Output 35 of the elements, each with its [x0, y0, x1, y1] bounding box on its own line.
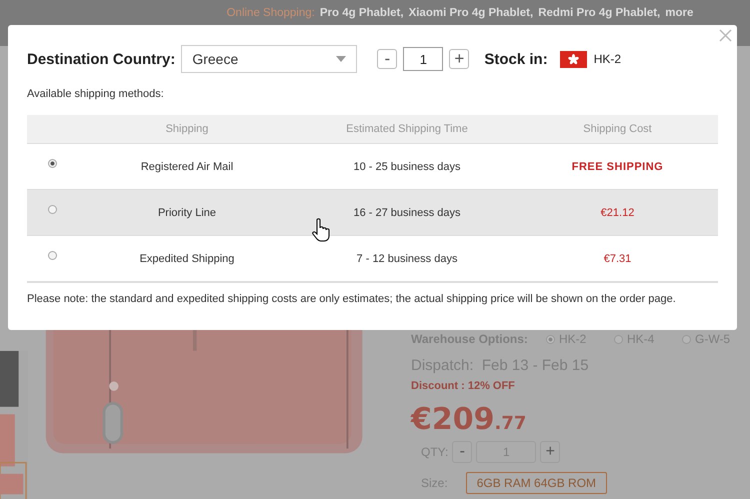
shipping-method: Registered Air Mail [140, 160, 234, 172]
column-header: Shipping Cost [582, 123, 653, 135]
stock-location: HK-2 [594, 52, 622, 66]
shipping-cost: FREE SHIPPING [570, 160, 664, 172]
shipping-time: 10 - 25 business days [352, 160, 462, 172]
shipping-method: Priority Line [156, 206, 218, 218]
quantity-field[interactable]: 1 [403, 47, 444, 71]
radio-button[interactable] [48, 205, 56, 214]
stock-in-label: Stock in: [484, 50, 548, 68]
flag-icon [560, 50, 587, 68]
caret-icon [336, 56, 346, 62]
close-icon[interactable] [719, 29, 732, 42]
column-header: Shipping [164, 123, 210, 135]
shipping-methods-title: Available shipping methods: [27, 88, 165, 100]
shipping-time: 7 - 12 business days [356, 252, 458, 264]
shipping-time: 16 - 27 business days [352, 206, 462, 218]
radio-button[interactable] [48, 251, 56, 260]
radio-button[interactable] [614, 334, 623, 344]
shipping-row[interactable]: Priority Line 16 - 27 business days €21.12 [27, 190, 718, 236]
column-header: Estimated Shipping Time [345, 123, 469, 135]
pointer-hand-icon [311, 218, 331, 242]
radio-button[interactable] [546, 334, 555, 344]
country-dropdown[interactable]: Greece [181, 45, 358, 73]
decrease-button[interactable]: - [377, 49, 398, 69]
radio-button[interactable] [48, 159, 56, 168]
shipping-note: Please note: the standard and expedited shipping costs are only estimates; the actual shipping price will be shown on the order page. [27, 293, 677, 305]
destination-country-label: Destination Country: [27, 50, 176, 68]
online-shopping-label: Online Shopping: [226, 7, 315, 21]
increase-button[interactable]: + [449, 49, 470, 69]
shipping-method: Expedited Shipping [138, 252, 236, 264]
radio-button[interactable] [682, 334, 691, 344]
shipping-cost: €21.12 [600, 206, 636, 218]
discount-label: Discount : 12% OFF [411, 380, 516, 392]
price: €209.77 [411, 402, 528, 437]
shipping-cost: €7.31 [602, 252, 632, 264]
